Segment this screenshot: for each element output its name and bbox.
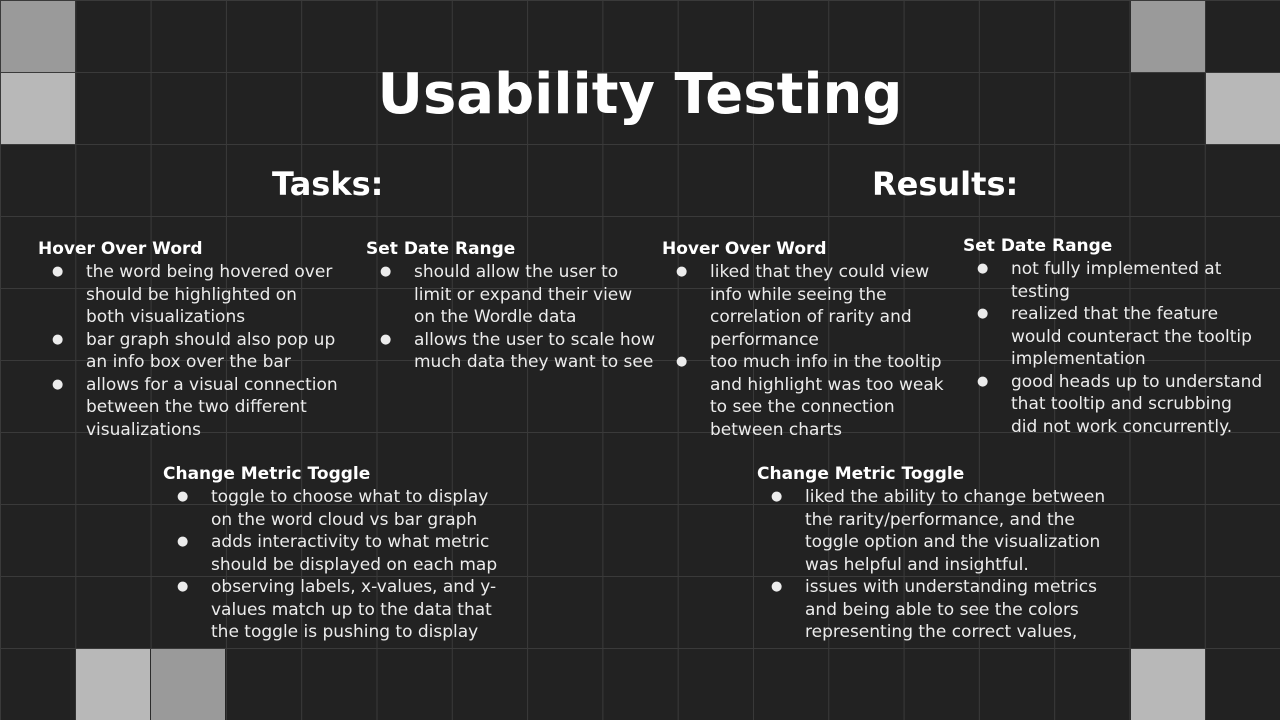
list-item: ● good heads up to understand that toolti… [977,371,1263,437]
section-title: Hover Over Word [38,239,203,259]
bullet-icon: ● [380,264,392,279]
section-title: Hover Over Word [662,239,827,259]
decor-tile [76,649,150,720]
list-item: ● observing labels, x-values, and y-value… [177,577,497,642]
decor-tile [151,649,225,720]
list-item: ● not fully implemented at testing [977,259,1222,302]
list-item: ● liked that they could view info while s… [676,262,930,350]
decor-tile [1131,649,1205,720]
list-item: ● realized that the feature would counter… [977,304,1252,369]
bullet-icon: ● [676,354,688,369]
section-title: Change Metric Toggle [163,464,371,484]
list-item: ● bar graph should also pop up an info bo… [52,329,336,373]
results-metric-section: Change Metric Toggle ● liked the ability … [757,463,1127,644]
results-date-section: Set Date Range ● not fully implemented at… [963,235,1263,438]
bullet-list: ● toggle to choose what to display on the… [163,486,513,644]
results-heading: Results: [872,165,1019,203]
bullet-list: ● not fully implemented at testing ● reali… [963,258,1263,438]
bullet-icon: ● [977,373,989,389]
bullet-icon: ● [380,331,392,347]
list-item: ● allows for a visual connection between … [52,374,338,440]
list-item: ● issues with understanding metrics and b… [771,577,1097,642]
tasks-metric-section: Change Metric Toggle ● toggle to choose w… [163,463,513,644]
list-item: ● allows the user to scale how much data … [380,329,655,373]
section-title: Set Date Range [963,236,1113,256]
tasks-date-section: Set Date Range ● should allow the user to… [366,238,656,374]
bullet-icon: ● [676,264,688,279]
bullet-icon: ● [177,489,189,504]
list-item: ● the word being hovered over should be h… [52,262,333,327]
bullet-icon: ● [52,376,64,392]
bullet-list: ● liked that they could view info while s… [662,261,957,441]
bullet-icon: ● [52,264,64,279]
bullet-icon: ● [771,489,783,504]
list-item: ● toggle to choose what to display on the… [177,487,489,530]
results-hover-section: Hover Over Word ● liked that they could v… [662,238,957,441]
tasks-hover-section: Hover Over Word ● the word being hovered … [38,238,338,441]
bullet-list: ● liked the ability to change between the… [757,486,1127,644]
list-item: ● liked the ability to change between the… [771,487,1106,575]
bullet-icon: ● [977,306,989,321]
bullet-icon: ● [771,579,783,594]
list-item: ● too much info in the tooltip and highli… [676,352,944,440]
tasks-heading: Tasks: [272,165,384,203]
list-item: ● should allow the user to limit or expan… [380,262,633,327]
bullet-icon: ● [977,261,989,276]
bullet-icon: ● [177,579,189,594]
bullet-list: ● should allow the user to limit or expan… [366,261,656,374]
bullet-list: ● the word being hovered over should be h… [38,261,338,441]
bullet-icon: ● [177,534,189,549]
list-item: ● adds interactivity to what metric shoul… [177,532,498,575]
page-title: Usability Testing [377,62,903,127]
section-title: Change Metric Toggle [757,464,965,484]
bullet-icon: ● [52,331,64,347]
section-title: Set Date Range [366,239,516,259]
